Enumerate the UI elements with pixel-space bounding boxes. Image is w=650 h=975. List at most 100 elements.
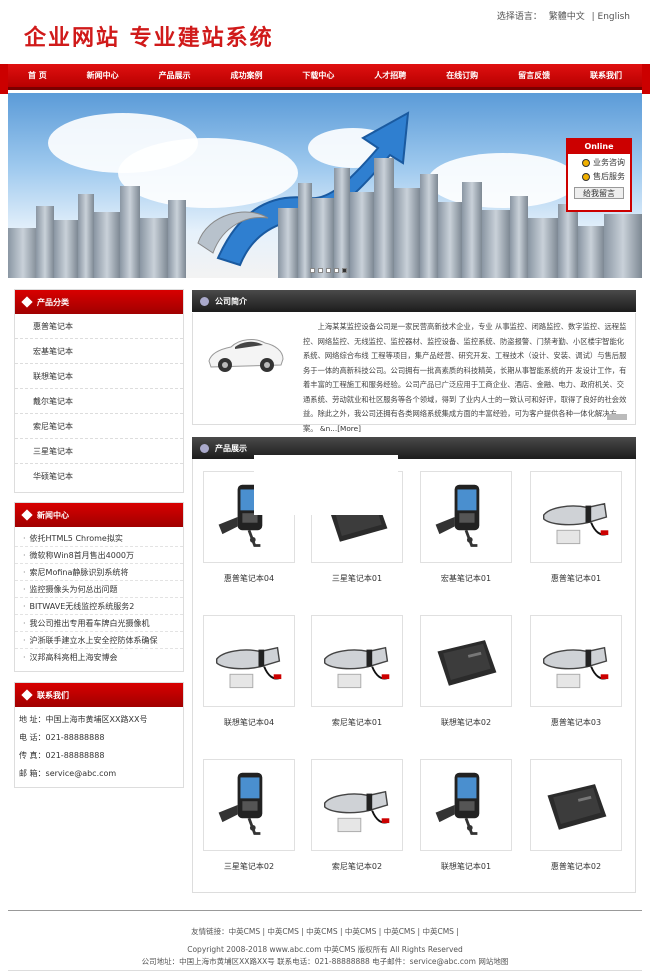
hero-banner[interactable] (8, 93, 642, 278)
product-name[interactable]: 惠普笔记本03 (530, 717, 622, 728)
banner-building (78, 194, 94, 278)
banner-building (604, 214, 642, 278)
footer-links[interactable]: 友情链接：中英CMS | 中英CMS | 中英CMS | 中英CMS | 中英C… (0, 926, 650, 938)
nav-feedback[interactable]: 留言反馈 (518, 70, 550, 81)
banner-building (528, 218, 558, 278)
banner-dot[interactable] (334, 268, 339, 273)
news-item[interactable]: 依托HTML5 Chrome拟实 (15, 530, 183, 547)
category-item[interactable]: 惠普笔记本 (15, 314, 183, 339)
nav-home[interactable]: 首 页 (28, 70, 47, 81)
nav-downloads[interactable]: 下载中心 (302, 70, 334, 81)
contact-panel-title: 联系我们 (37, 690, 69, 700)
contact-email[interactable]: 邮 箱：service@abc.com (15, 765, 183, 783)
news-item[interactable]: 汉邦高科亮相上海安博会 (15, 649, 183, 666)
product-card[interactable]: 惠普笔记本03 (530, 615, 622, 728)
news-item[interactable]: BITWAVE无线监控系统服务2 (15, 598, 183, 615)
online-service-panel: Online service 业务咨询 售后服务 给我留言 (566, 138, 632, 212)
about-section: 上海某某监控设备公司是一家民营高新技术企业，专业 从事监控、闭路监控、数字监控、… (192, 313, 636, 433)
footer: 友情链接：中英CMS | 中英CMS | 中英CMS | 中英CMS | 中英C… (0, 926, 650, 968)
news-item[interactable]: 沪浙联手建立水上安全控防体系确保 (15, 632, 183, 649)
product-name[interactable]: 惠普笔记本04 (203, 573, 295, 584)
product-image[interactable] (311, 615, 403, 707)
top-bar: 企业网站 专业建站系统 选择语言： 繁體中文 | English (0, 0, 650, 64)
product-card[interactable]: 惠普笔记本02 (530, 759, 622, 872)
category-item[interactable]: 联想笔记本 (15, 364, 183, 389)
product-name[interactable]: 三星笔记本01 (311, 573, 403, 584)
news-item[interactable]: 索尼Mofina静脉识别系统将 (15, 564, 183, 581)
about-text: 上海某某监控设备公司是一家民营高新技术企业，专业 从事监控、闭路监控、数字监控、… (303, 320, 628, 436)
news-panel: 新闻中心 依托HTML5 Chrome拟实 微软称Win8首月售出4000万 索… (14, 502, 184, 672)
product-name[interactable]: 惠普笔记本01 (530, 573, 622, 584)
bullet-icon (21, 689, 33, 701)
product-name[interactable]: 联想笔记本04 (203, 717, 295, 728)
product-image[interactable] (530, 471, 622, 563)
banner-dot[interactable] (326, 268, 331, 273)
product-card[interactable]: 联想笔记本02 (420, 615, 512, 728)
product-name[interactable]: 宏基笔记本01 (420, 573, 512, 584)
footer-address: 公司地址：中国上海市黄埔区XX路XX号 联系电话：021-88888888 电子… (141, 957, 509, 966)
about-more-link[interactable]: &n...[More] (320, 424, 361, 433)
banner-building (94, 212, 120, 278)
banner-dot[interactable] (310, 268, 315, 273)
products-section: 惠普笔记本04 三星笔记本01 宏基笔记本01 惠普笔记本01 联想笔记本04 索尼笔记本… (192, 459, 636, 893)
nav-order[interactable]: 在线订购 (446, 70, 478, 81)
site-logo[interactable]: 企业网站 专业建站系统 (24, 20, 274, 52)
product-name[interactable]: 索尼笔记本02 (311, 861, 403, 872)
lang-english[interactable]: | English (592, 12, 630, 22)
product-name[interactable]: 索尼笔记本01 (311, 717, 403, 728)
online-service-item[interactable]: 业务咨询 (568, 154, 630, 168)
leave-message-button[interactable]: 给我留言 (574, 187, 624, 199)
product-name[interactable]: 三星笔记本02 (203, 861, 295, 872)
product-image[interactable] (311, 759, 403, 851)
product-image[interactable] (530, 615, 622, 707)
product-card[interactable]: 索尼笔记本02 (311, 759, 403, 872)
category-item[interactable]: 三星笔记本 (15, 439, 183, 464)
product-image[interactable] (203, 615, 295, 707)
online-service-label: 业务咨询 (593, 158, 625, 167)
product-card[interactable]: 三星笔记本02 (203, 759, 295, 872)
nav-jobs[interactable]: 人才招聘 (374, 70, 406, 81)
product-card[interactable]: 索尼笔记本01 (311, 615, 403, 728)
banner-dot-active[interactable] (342, 268, 347, 273)
online-service-item[interactable]: 售后服务 (568, 168, 630, 182)
product-card[interactable]: 联想笔记本01 (420, 759, 512, 872)
category-item[interactable]: 宏基笔记本 (15, 339, 183, 364)
category-item[interactable]: 索尼笔记本 (15, 414, 183, 439)
product-card[interactable]: 惠普笔记本01 (530, 471, 622, 584)
category-item[interactable]: 华硕笔记本 (15, 464, 183, 489)
category-item[interactable]: 戴尔笔记本 (15, 389, 183, 414)
online-service-label: 售后服务 (593, 172, 625, 181)
banner-dot[interactable] (318, 268, 323, 273)
banner-building (374, 158, 394, 278)
product-name[interactable]: 惠普笔记本02 (530, 861, 622, 872)
product-name[interactable]: 联想笔记本02 (420, 717, 512, 728)
product-image[interactable] (420, 471, 512, 563)
product-image[interactable] (420, 759, 512, 851)
banner-building (334, 168, 350, 278)
product-name[interactable]: 联想笔记本01 (420, 861, 512, 872)
banner-building (8, 228, 38, 278)
lang-traditional-chinese[interactable]: 繁體中文 (549, 12, 585, 22)
nav-contact[interactable]: 联系我们 (590, 70, 622, 81)
banner-building (120, 186, 140, 278)
contact-fax: 传 真：021-88888888 (19, 751, 105, 760)
nav-products[interactable]: 产品展示 (159, 70, 191, 81)
product-card[interactable]: 联想笔记本04 (203, 615, 295, 728)
product-card[interactable]: 宏基笔记本01 (420, 471, 512, 584)
banner-building (140, 218, 168, 278)
news-item[interactable]: 我公司推出专用看车牌白光摄像机 (15, 615, 183, 632)
news-item[interactable]: 监控摄像头为何总出问题 (15, 581, 183, 598)
news-item[interactable]: 微软称Win8首月售出4000万 (15, 547, 183, 564)
product-image[interactable] (530, 759, 622, 851)
online-service-title: Online service (568, 140, 630, 165)
product-image[interactable] (203, 759, 295, 851)
news-panel-header: 新闻中心 (15, 503, 183, 527)
banner-pager (310, 268, 347, 273)
about-more-button[interactable] (607, 414, 627, 420)
product-image[interactable] (420, 615, 512, 707)
bullet-icon (21, 509, 33, 521)
nav-cases[interactable]: 成功案例 (230, 70, 262, 81)
contact-address: 地 址：中国上海市黄埔区XX路XX号 (19, 715, 148, 724)
nav-news[interactable]: 新闻中心 (87, 70, 119, 81)
footer-copyright: Copyright 2008-2018 www.abc.com 中英CMS 版权… (187, 945, 463, 954)
